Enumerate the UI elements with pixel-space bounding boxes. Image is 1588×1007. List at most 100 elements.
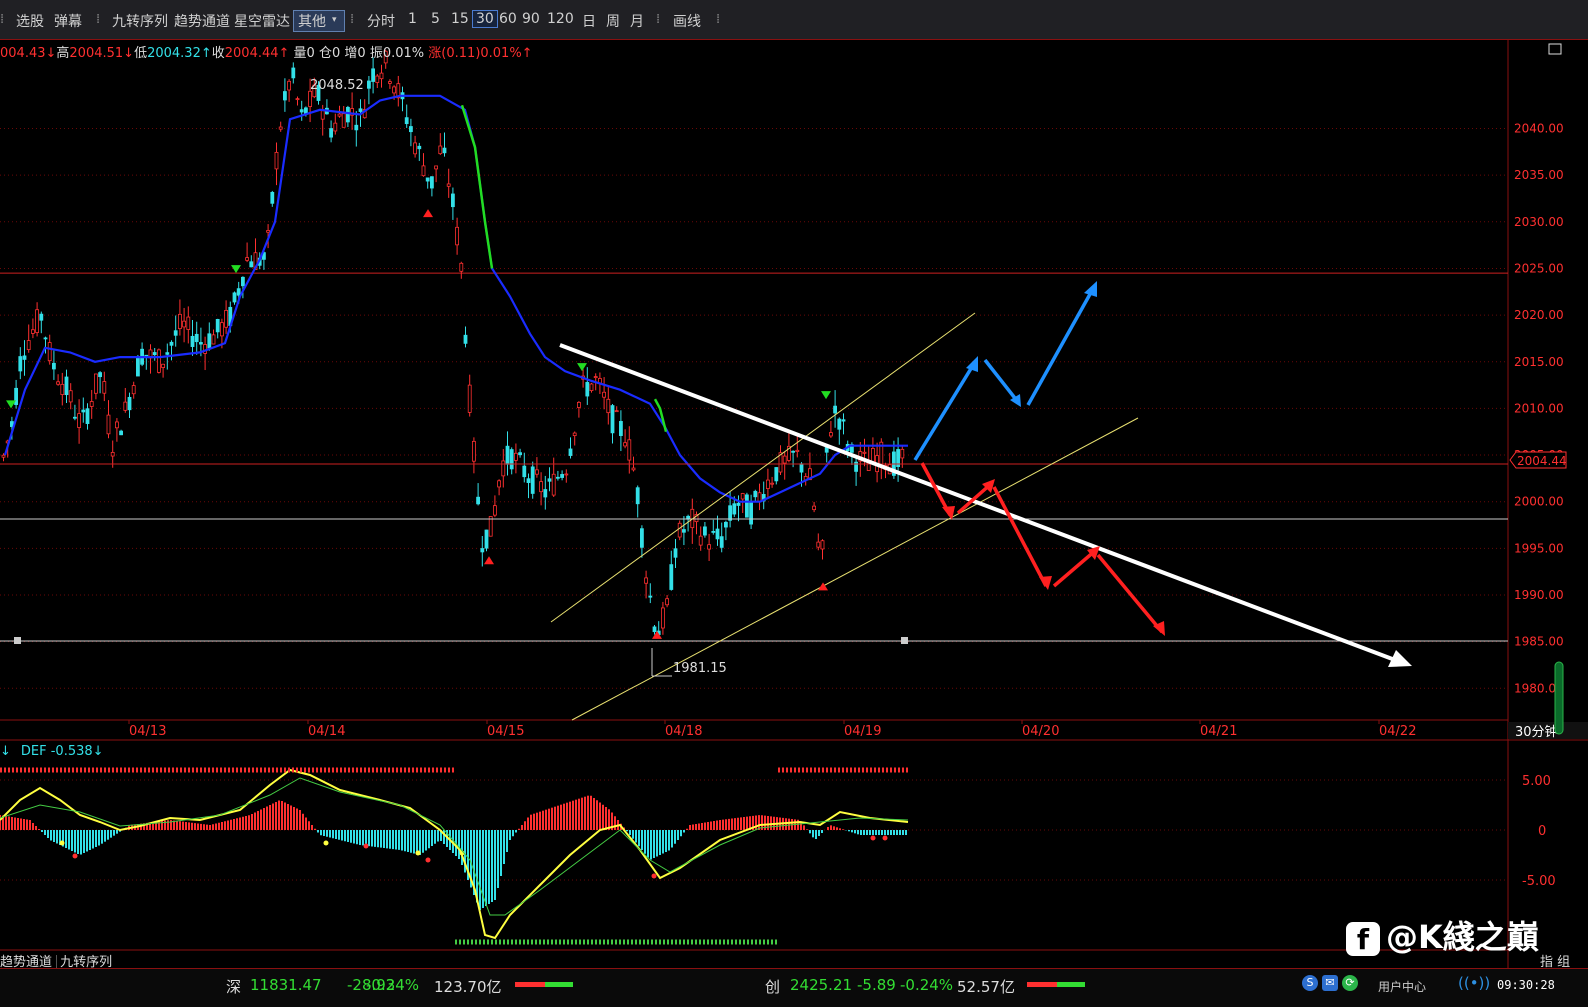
candle-body bbox=[766, 479, 770, 489]
period-label: 30分钟 bbox=[1515, 724, 1558, 740]
candle-body bbox=[740, 493, 745, 500]
period-intraday[interactable]: 分时 bbox=[367, 11, 395, 31]
candle-body bbox=[60, 383, 65, 395]
candle-body bbox=[245, 257, 250, 261]
candle-body bbox=[480, 548, 485, 553]
cy-breadth-down bbox=[1057, 982, 1085, 987]
candle-body bbox=[791, 450, 795, 453]
candle-body bbox=[102, 381, 107, 394]
candle-body bbox=[177, 313, 182, 329]
indicator-label: ↓ DEF -0.538↓ bbox=[0, 744, 104, 759]
sz-percent: -0.24% bbox=[366, 976, 420, 994]
candle-body bbox=[295, 98, 300, 101]
candle-body bbox=[123, 401, 128, 411]
sz-breadth-down bbox=[545, 982, 573, 987]
candle-body bbox=[194, 333, 199, 343]
indicator-signal-dot bbox=[59, 840, 65, 846]
candle-body bbox=[18, 356, 23, 372]
sz-amount: 123.70亿 bbox=[434, 978, 502, 996]
quote-bar: 004.43↓高2004.51↓低2004.32↑收2004.44↑ 量0 仓0… bbox=[0, 46, 533, 61]
candle-body bbox=[715, 528, 720, 540]
period-week[interactable]: 周 bbox=[606, 11, 620, 31]
candle-body bbox=[661, 607, 665, 629]
candle-body bbox=[606, 398, 611, 414]
period-5[interactable]: 5 bbox=[431, 11, 440, 27]
candle-body bbox=[26, 340, 31, 350]
candle-body bbox=[429, 176, 434, 189]
period-30[interactable]: 30 bbox=[472, 10, 498, 28]
candle-body bbox=[455, 226, 460, 246]
candle-body bbox=[652, 626, 657, 633]
up-signal-arrow bbox=[484, 556, 494, 565]
candle-body bbox=[240, 276, 245, 287]
candle-body bbox=[535, 469, 539, 475]
down-signal-arrow bbox=[577, 363, 587, 372]
candle-body bbox=[417, 145, 422, 150]
tool-select-stocks[interactable]: 选股 bbox=[16, 11, 44, 31]
increase-value: 增0 bbox=[344, 46, 366, 61]
signal-icon: ((•)) bbox=[1458, 974, 1491, 992]
candle-body bbox=[745, 494, 749, 518]
candle-body bbox=[736, 502, 741, 506]
tool-nine-turn[interactable]: 九转序列 bbox=[112, 11, 168, 31]
refresh-icon[interactable]: ⟳ bbox=[1342, 975, 1358, 991]
tool-draw-lines[interactable]: 画线 bbox=[673, 11, 701, 31]
candle-body bbox=[106, 414, 111, 435]
candle-body bbox=[156, 349, 161, 373]
sz-breadth-up bbox=[515, 982, 545, 987]
candle-body bbox=[73, 416, 77, 419]
candle-body bbox=[610, 405, 615, 434]
period-1[interactable]: 1 bbox=[408, 11, 417, 27]
candle-body bbox=[862, 451, 867, 454]
candle-body bbox=[47, 342, 52, 362]
candle-body bbox=[900, 448, 905, 459]
user-center-link[interactable]: 用户中心 bbox=[1378, 978, 1426, 995]
candle-body bbox=[152, 352, 157, 356]
tool-star-radar[interactable]: 星空雷达 bbox=[234, 11, 290, 31]
price-tick-label: 1995.00 bbox=[1514, 541, 1564, 555]
candle-body bbox=[711, 531, 716, 533]
tool-other-dropdown[interactable]: 其他 bbox=[293, 10, 345, 32]
maximize-icon[interactable] bbox=[1548, 43, 1562, 55]
price-tick-label: 2020.00 bbox=[1514, 308, 1564, 322]
candle-body bbox=[782, 455, 787, 464]
level-handle-left[interactable] bbox=[14, 637, 21, 644]
blue-arrowheads bbox=[966, 281, 1097, 407]
period-15[interactable]: 15 bbox=[451, 11, 469, 27]
level-handle-right[interactable] bbox=[901, 637, 908, 644]
candle-body bbox=[215, 319, 220, 333]
period-day[interactable]: 日 bbox=[582, 11, 596, 31]
candle-body bbox=[375, 75, 380, 83]
candle-body bbox=[841, 419, 846, 422]
candle-body bbox=[85, 408, 90, 424]
candle-body bbox=[320, 110, 325, 120]
candle-body bbox=[774, 467, 779, 482]
scroll-handle[interactable] bbox=[1554, 661, 1564, 735]
candle-body bbox=[358, 108, 363, 112]
candle-body bbox=[631, 467, 636, 471]
candle-body bbox=[518, 452, 522, 456]
price-tick-label: 2040.00 bbox=[1514, 122, 1564, 136]
candle-body bbox=[614, 410, 619, 413]
candle-body bbox=[266, 230, 271, 233]
candle-body bbox=[366, 80, 371, 89]
chart-canvas[interactable]: 2040.00 2035.00 2030.00 2025.00 2020.00 2015.… bbox=[0, 0, 1588, 1007]
tool-trend-channel[interactable]: 趋势通道 bbox=[174, 11, 230, 31]
tool-danmaku[interactable]: 弹幕 bbox=[54, 11, 82, 31]
candle-body bbox=[165, 352, 170, 355]
candle-body bbox=[547, 478, 552, 482]
candle-body bbox=[703, 526, 707, 536]
chat-icon[interactable]: ✉ bbox=[1322, 975, 1338, 991]
period-120[interactable]: 120 bbox=[547, 11, 574, 27]
candle-body bbox=[135, 357, 140, 377]
period-60[interactable]: 60 bbox=[499, 11, 517, 27]
candle-body bbox=[89, 401, 94, 407]
s-icon[interactable]: S bbox=[1302, 975, 1318, 991]
period-month[interactable]: 月 bbox=[630, 11, 644, 31]
candle-body bbox=[833, 405, 837, 414]
period-90[interactable]: 90 bbox=[522, 11, 540, 27]
candle-body bbox=[753, 490, 758, 498]
volume-value: 量0 bbox=[293, 46, 315, 61]
candle-body bbox=[526, 478, 531, 483]
watermark: f @K綫之巔 bbox=[1346, 912, 1539, 958]
